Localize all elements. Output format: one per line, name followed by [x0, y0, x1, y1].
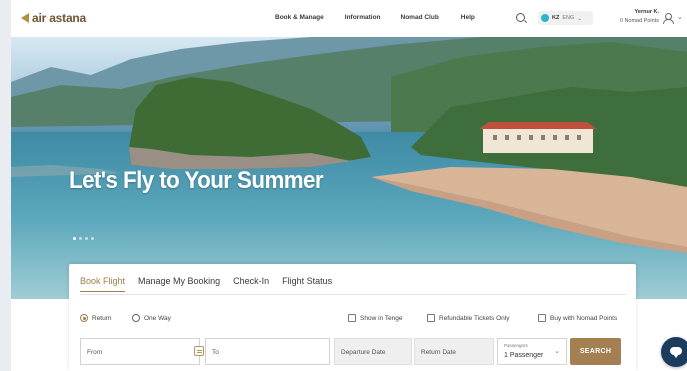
return-radio-option[interactable]: Return — [80, 314, 112, 322]
user-account[interactable]: Yernur K. 0 Nomad Points — [603, 9, 659, 24]
to-placeholder: To — [212, 349, 219, 356]
nav-information[interactable]: Information — [345, 14, 381, 21]
to-field[interactable]: To — [205, 338, 330, 365]
header: air astana Book & Manage Information Nom… — [11, 0, 687, 37]
passengers-label: Passengers — [504, 343, 528, 348]
language-selector[interactable]: KZ ENG ⌄ — [538, 11, 593, 25]
tabs-divider — [80, 294, 626, 295]
nav-nomad-club[interactable]: Nomad Club — [401, 14, 439, 21]
carousel-dot[interactable] — [91, 237, 94, 240]
one-way-radio[interactable] — [132, 314, 140, 322]
search-fields: From To Departure Date Return Date Passe… — [80, 338, 626, 365]
tab-flight-status[interactable]: Flight Status — [282, 276, 332, 292]
swap-icon[interactable] — [194, 346, 204, 356]
nomad-points-label: Buy with Nomad Points — [550, 314, 618, 322]
user-name: Yernur K. — [634, 9, 659, 15]
from-field[interactable]: From — [80, 338, 200, 365]
main-nav: Book & Manage Information Nomad Club Hel… — [275, 14, 475, 21]
logo[interactable]: air astana — [20, 11, 86, 25]
return-label: Return — [92, 314, 112, 322]
nomad-points: 0 Nomad Points — [619, 18, 659, 24]
nomad-points-checkbox[interactable] — [538, 314, 546, 322]
user-icon[interactable] — [663, 13, 674, 24]
return-date-field[interactable]: Return Date — [414, 338, 494, 365]
trip-options-row: Return One Way Show in Tenge Refundable … — [80, 314, 630, 326]
booking-tabs: Book Flight Manage My Booking Check-In F… — [80, 276, 345, 292]
booking-panel: Book Flight Manage My Booking Check-In F… — [69, 264, 636, 371]
tab-check-in[interactable]: Check-In — [233, 276, 269, 292]
nomad-points-option[interactable]: Buy with Nomad Points — [538, 314, 617, 322]
logo-text: air astana — [32, 11, 87, 25]
carousel-dot[interactable] — [79, 237, 82, 240]
country-code: KZ — [552, 15, 560, 21]
user-chevron-down-icon[interactable]: ⌄ — [677, 13, 683, 21]
refundable-only-option[interactable]: Refundable Tickets Only — [427, 314, 509, 322]
nav-help[interactable]: Help — [461, 14, 475, 21]
hero-headline: Let's Fly to Your Summer — [69, 167, 324, 194]
carousel-dots — [73, 237, 94, 240]
search-icon[interactable] — [516, 13, 525, 22]
chevron-down-icon: ⌄ — [577, 15, 583, 22]
carousel-dot[interactable] — [85, 237, 88, 240]
page: air astana Book & Manage Information Nom… — [11, 0, 687, 371]
tab-book-flight[interactable]: Book Flight — [80, 276, 126, 292]
chevron-down-icon: ⌄ — [554, 348, 560, 355]
passengers-select[interactable]: Passengers 1 Passenger ⌄ — [497, 338, 567, 365]
refundable-only-checkbox[interactable] — [427, 314, 435, 322]
kazakhstan-flag-icon — [541, 14, 549, 22]
return-radio[interactable] — [80, 314, 88, 322]
air-astana-logo-icon — [20, 12, 30, 24]
nav-book-manage[interactable]: Book & Manage — [275, 14, 324, 21]
show-in-tenge-label: Show in Tenge — [360, 314, 403, 322]
carousel-dot[interactable] — [73, 237, 76, 240]
search-button[interactable]: SEARCH — [570, 338, 621, 365]
one-way-label: One Way — [144, 314, 171, 322]
refundable-only-label: Refundable Tickets Only — [439, 314, 510, 322]
return-placeholder: Return Date — [421, 349, 457, 356]
from-placeholder: From — [87, 349, 103, 356]
language-code: ENG — [562, 15, 575, 21]
departure-date-field[interactable]: Departure Date — [334, 338, 412, 365]
chat-icon[interactable] — [661, 337, 687, 367]
tab-manage-my-booking[interactable]: Manage My Booking — [138, 276, 220, 292]
show-in-tenge-checkbox[interactable] — [348, 314, 356, 322]
passengers-value: 1 Passenger — [504, 352, 544, 359]
departure-placeholder: Departure Date — [341, 349, 386, 356]
one-way-radio-option[interactable]: One Way — [132, 314, 171, 322]
show-in-tenge-option[interactable]: Show in Tenge — [348, 314, 403, 322]
hero-banner: Let's Fly to Your Summer — [11, 37, 687, 299]
